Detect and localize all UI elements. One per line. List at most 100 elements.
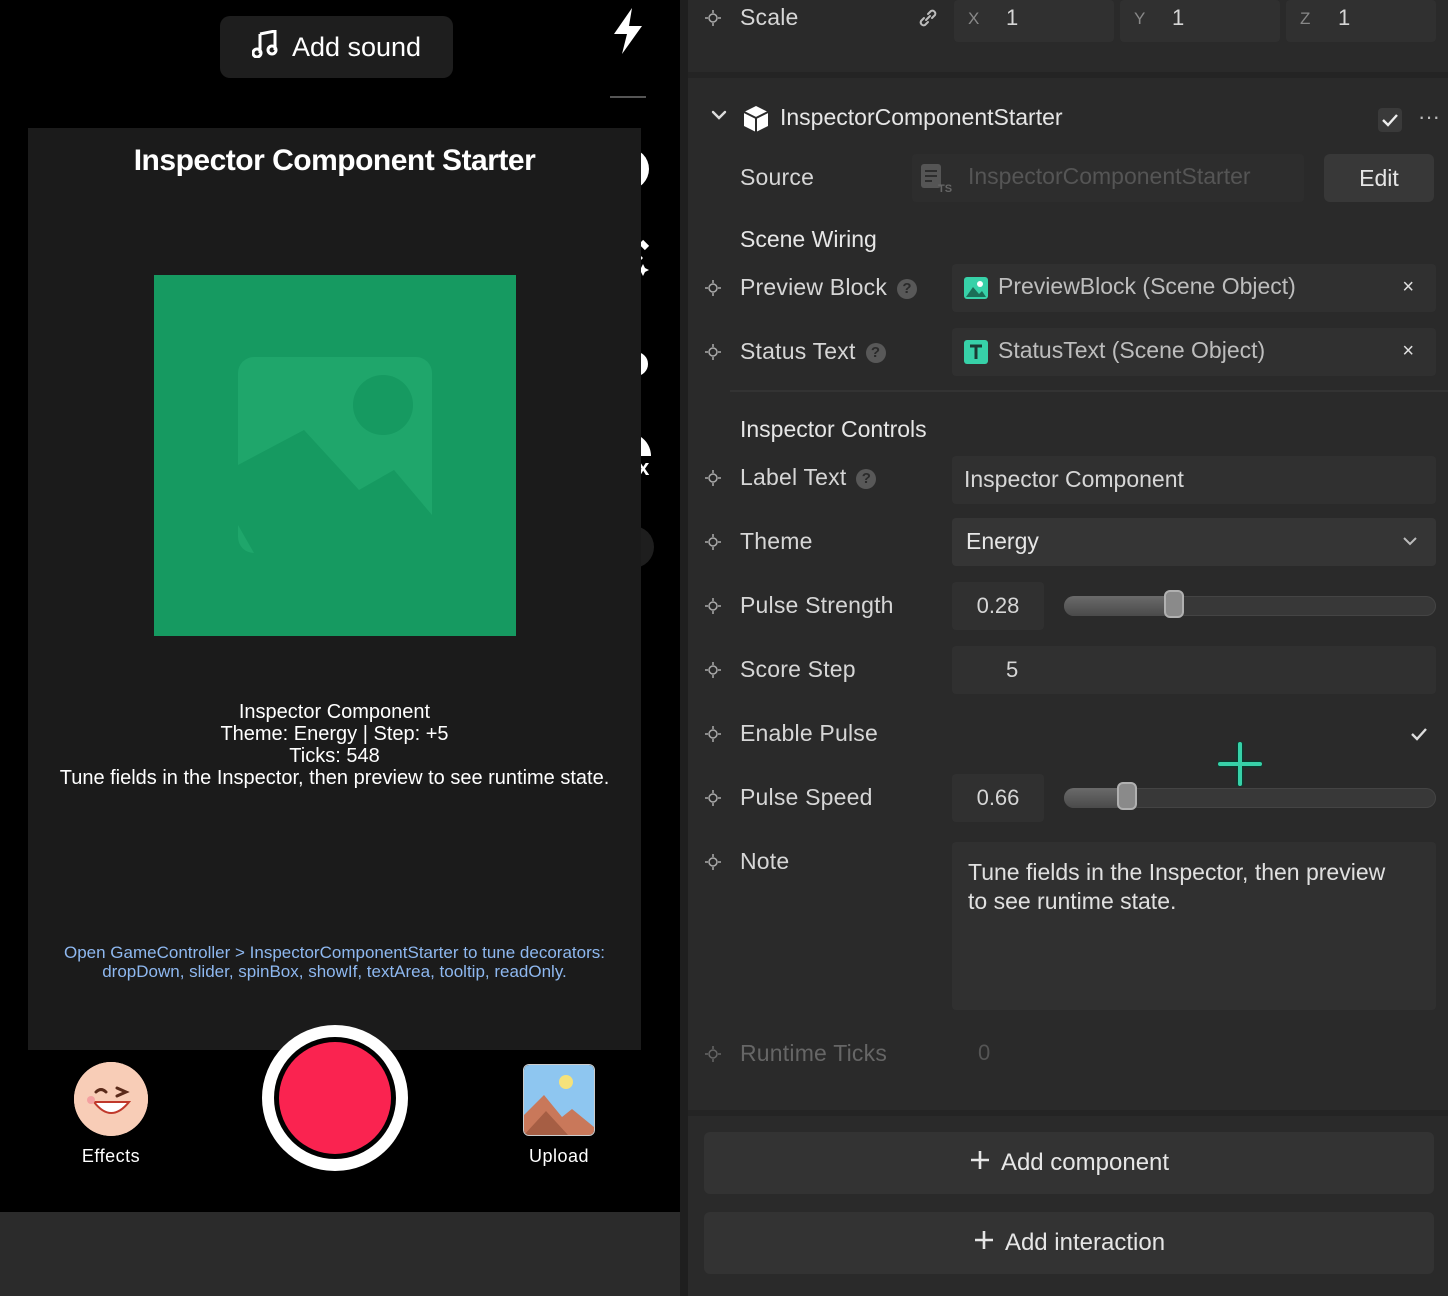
crosshair-cursor-icon xyxy=(1216,740,1264,791)
note-value: Tune fields in the Inspector, then previ… xyxy=(968,859,1386,914)
keyframe-pin-icon[interactable] xyxy=(704,661,722,679)
image-placeholder-icon xyxy=(238,357,432,553)
add-interaction-label: Add interaction xyxy=(1004,1229,1166,1256)
help-icon[interactable]: ? xyxy=(856,468,877,489)
preview-block-label: Preview Block xyxy=(740,274,888,300)
label-text-row-label: Label Text? xyxy=(740,464,877,491)
edit-source-button[interactable]: Edit xyxy=(1324,154,1434,202)
scale-x-value: 1 xyxy=(1006,5,1019,30)
help-icon[interactable]: ? xyxy=(865,342,886,363)
svg-text:TS: TS xyxy=(938,183,952,193)
scale-y-axis: Y xyxy=(1134,9,1146,28)
runtime-ticks-label: Runtime Ticks xyxy=(740,1040,888,1066)
scene-wiring-title: Scene Wiring xyxy=(740,226,877,252)
more-options-icon[interactable]: ··· xyxy=(1418,104,1440,130)
pulse-strength-label: Pulse Strength xyxy=(740,592,894,618)
add-interaction-button[interactable]: Add interaction xyxy=(704,1212,1434,1274)
divider xyxy=(730,390,1448,392)
keyframe-pin-icon[interactable] xyxy=(704,533,722,551)
keyframe-pin-icon xyxy=(705,1046,721,1062)
typescript-file-icon: TS xyxy=(920,163,954,198)
pulse-speed-slider[interactable] xyxy=(1064,782,1436,810)
keyframe-pin-icon[interactable] xyxy=(704,343,722,361)
plus-icon xyxy=(969,1149,991,1178)
help-icon[interactable]: ? xyxy=(897,278,918,299)
section-separator xyxy=(688,72,1448,78)
preview-title: Inspector Component Starter xyxy=(133,144,536,177)
label-text-value: Inspector Component xyxy=(964,466,1184,492)
keyframe-pin-icon[interactable] xyxy=(704,597,722,615)
link-icon[interactable] xyxy=(916,6,940,35)
preview-footer xyxy=(0,1212,680,1296)
theme-dropdown[interactable]: Energy xyxy=(952,518,1436,566)
scale-x-axis: X xyxy=(968,9,980,28)
scale-y-field[interactable]: Y 1 xyxy=(1120,0,1280,42)
status-text-label: Status Text xyxy=(740,338,856,364)
pulse-strength-input[interactable]: 0.28 xyxy=(952,582,1044,630)
keyframe-pin-icon[interactable] xyxy=(704,725,722,743)
preview-block-field[interactable]: PreviewBlock (Scene Object) × xyxy=(952,264,1436,312)
effects-button[interactable] xyxy=(74,1062,148,1136)
chevron-down-icon xyxy=(1402,534,1418,552)
hint-text: Open GameController > InspectorComponent… xyxy=(64,943,605,981)
scale-x-field[interactable]: X 1 xyxy=(954,0,1114,42)
note-label: Note xyxy=(740,848,790,874)
status-text-field[interactable]: StatusText (Scene Object) × xyxy=(952,328,1436,376)
status-text-row-label: Status Text? xyxy=(740,338,886,365)
checkmark-icon xyxy=(1411,728,1427,741)
scale-z-value: 1 xyxy=(1338,5,1351,30)
preview-block-row-label: Preview Block? xyxy=(740,274,918,301)
flash-icon[interactable] xyxy=(598,6,658,56)
source-label: Source xyxy=(740,164,815,190)
collapse-chevron-icon[interactable] xyxy=(710,108,728,127)
scale-label: Scale xyxy=(740,4,799,30)
section-separator xyxy=(688,1110,1448,1116)
keyframe-pin-icon[interactable] xyxy=(704,279,722,297)
clear-preview-block-button[interactable]: × xyxy=(1402,276,1414,299)
landscape-image-icon xyxy=(524,1065,594,1135)
upload-button[interactable] xyxy=(523,1064,595,1136)
effects-label: Effects xyxy=(81,1146,141,1166)
slider-thumb[interactable] xyxy=(1117,782,1137,810)
scale-z-field[interactable]: Z 1 xyxy=(1286,0,1436,42)
lens-preview: Inspector Component Starter Inspector Co… xyxy=(28,128,641,1050)
text-object-icon xyxy=(964,340,988,369)
source-value: InspectorComponentStarter xyxy=(968,163,1251,189)
record-button[interactable] xyxy=(279,1042,391,1154)
keyframe-pin-icon[interactable] xyxy=(704,469,722,487)
music-note-icon xyxy=(251,28,278,65)
add-sound-button[interactable]: Add sound xyxy=(220,16,453,78)
pulse-strength-slider[interactable] xyxy=(1064,590,1436,618)
pulse-speed-label: Pulse Speed xyxy=(740,784,873,810)
rail-divider xyxy=(610,96,646,98)
status-text-value: StatusText (Scene Object) xyxy=(998,337,1266,363)
checkmark-icon xyxy=(1382,114,1398,127)
image-object-icon xyxy=(964,277,988,304)
camera-panel: Add sound 0.5x Inspector Component Start… xyxy=(0,0,680,1212)
keyframe-pin-icon[interactable] xyxy=(704,853,722,871)
clear-status-text-button[interactable]: × xyxy=(1402,340,1414,363)
enable-pulse-checkbox[interactable] xyxy=(1406,722,1432,746)
add-component-label: Add component xyxy=(1000,1149,1170,1176)
script-component-icon xyxy=(742,104,770,139)
upload-label: Upload xyxy=(528,1146,590,1166)
status-line: Ticks: 548 xyxy=(289,745,380,767)
runtime-ticks-value: 0 xyxy=(978,1040,991,1065)
component-enabled-checkbox[interactable] xyxy=(1378,108,1402,132)
inspector-controls-title: Inspector Controls xyxy=(740,416,927,442)
score-step-value: 5 xyxy=(1006,657,1019,682)
component-name: InspectorComponentStarter xyxy=(780,104,1063,130)
score-step-spinbox[interactable]: 5 xyxy=(952,646,1436,694)
note-textarea[interactable]: Tune fields in the Inspector, then previ… xyxy=(952,842,1436,1010)
add-component-button[interactable]: Add component xyxy=(704,1132,1434,1194)
winking-face-icon xyxy=(74,1062,148,1136)
label-text-input[interactable]: Inspector Component xyxy=(952,456,1436,504)
panel-divider[interactable] xyxy=(680,0,688,1296)
slider-thumb[interactable] xyxy=(1164,590,1184,618)
keyframe-pin-icon[interactable] xyxy=(704,789,722,807)
pulse-speed-input[interactable]: 0.66 xyxy=(952,774,1044,822)
status-text: Inspector Component Theme: Energy | Step… xyxy=(28,701,641,789)
keyframe-pin-icon[interactable] xyxy=(704,9,722,27)
status-line: Tune fields in the Inspector, then previ… xyxy=(59,767,610,789)
status-line: Inspector Component xyxy=(238,701,431,723)
